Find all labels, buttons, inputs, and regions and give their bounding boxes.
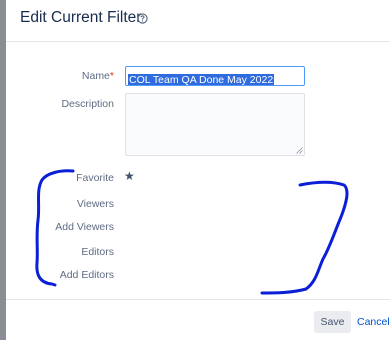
edit-filter-dialog: Edit Current Filter Name* COL Team QA Do… <box>6 0 390 340</box>
dialog-footer: Save Cancel <box>6 299 390 340</box>
name-value[interactable]: COL Team QA Done May 2022 <box>128 74 275 85</box>
help-circle-icon[interactable] <box>137 13 148 24</box>
add-editors-label: Add Editors <box>59 269 114 281</box>
save-button[interactable]: Save <box>314 311 351 333</box>
cancel-link[interactable]: Cancel <box>357 316 390 328</box>
name-label-text: Name <box>81 70 110 82</box>
name-label-cell: Name* <box>6 70 114 84</box>
editors-label-cell: Editors <box>6 246 114 260</box>
name-label: Name* <box>82 70 114 82</box>
description-label-cell: Description <box>6 98 114 112</box>
viewers-label-cell: Viewers <box>6 198 114 212</box>
favorite-label: Favorite <box>76 172 114 184</box>
add-viewers-label-cell: Add Viewers <box>6 221 114 235</box>
viewers-label: Viewers <box>76 198 114 210</box>
required-marker: * <box>109 70 114 82</box>
editors-label: Editors <box>81 246 114 258</box>
add-viewers-label: Add Viewers <box>55 221 114 233</box>
dialog-title: Edit Current Filter <box>20 9 142 26</box>
dialog-header: Edit Current Filter <box>6 0 390 42</box>
favorite-label-cell: Favorite <box>6 172 114 186</box>
add-editors-label-cell: Add Editors <box>6 269 114 283</box>
description-label: Description <box>61 98 114 110</box>
resize-grip-icon[interactable] <box>296 147 303 154</box>
name-input[interactable]: COL Team QA Done May 2022 <box>125 66 305 86</box>
description-textarea[interactable] <box>125 93 305 156</box>
star-icon[interactable]: ★ <box>124 170 135 182</box>
